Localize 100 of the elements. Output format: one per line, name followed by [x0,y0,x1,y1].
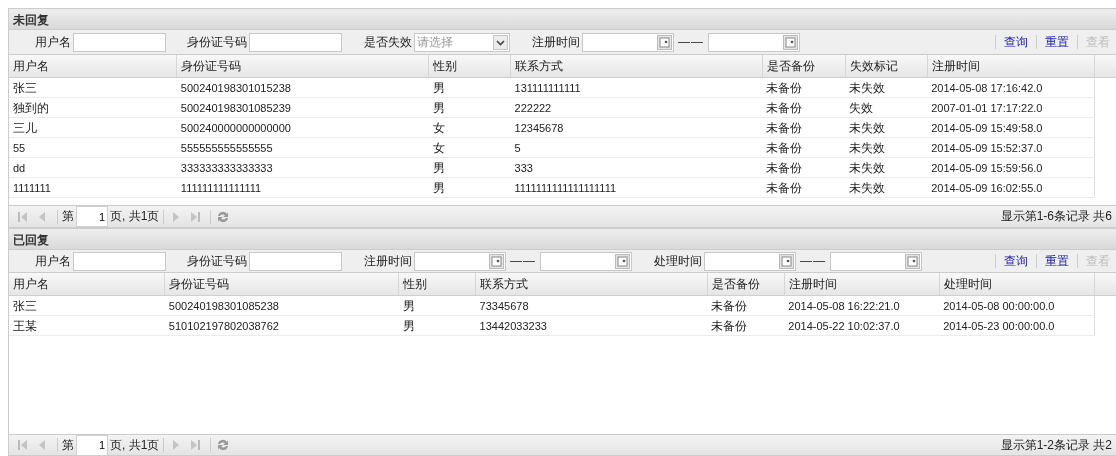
page-label: 第 [62,436,74,454]
table-cell-text: 500240198301085239 [179,101,292,116]
filter-label: 注册时间 [363,252,413,270]
column-header[interactable]: 联系方式 [476,273,708,295]
column-header[interactable]: 是否备份 [708,273,785,295]
date-field[interactable] [704,251,796,271]
table-cell-text: 2014-05-08 16:22:21.0 [787,299,901,314]
column-header[interactable]: 是否备份 [763,55,846,77]
text-field[interactable] [249,251,342,271]
column-header[interactable]: 性别 [399,273,476,295]
table-cell-text: 333333333333333 [179,161,274,176]
filter-label: 身份证号码 [186,33,248,51]
column-header[interactable]: 用户名 [9,55,177,77]
page-label: 第 [62,208,74,225]
table-cell-text: 男 [431,180,446,197]
table-cell-text: 111111111111111 [179,181,263,196]
calendar-icon[interactable] [489,253,504,269]
table-cell-text: 男 [431,160,446,177]
table-cell-text: 未失效 [848,120,887,137]
table-cell-text: 12345678 [513,121,565,136]
range-separator: —— [799,254,827,268]
page-count-label: 页, 共1页 [110,436,160,454]
action-link[interactable]: 查询 [1004,33,1028,51]
text-field[interactable] [73,251,166,271]
table-cell-text: 男 [431,100,446,117]
filter-label: 用户名 [34,33,72,51]
table-cell-text: 333 [513,161,534,176]
table-cell-text: 2014-05-09 16:02:55.0 [930,181,1044,196]
table-cell-text: 13442033233 [478,319,548,334]
panel-title: 未回复 [8,8,1116,30]
range-separator: —— [677,35,705,49]
table-cell-text: 女 [431,120,446,137]
table-cell-text: 男 [401,318,416,335]
table-cell-text: 失效 [848,100,875,117]
date-field[interactable] [708,32,800,52]
date-field[interactable] [414,251,506,271]
table-cell-text: 1111111 [12,181,52,196]
column-header[interactable]: 联系方式 [511,55,763,77]
record-summary: 显示第1-2条记录 共2 [1000,436,1113,454]
table-cell-text: 未备份 [765,100,804,117]
calendar-icon[interactable] [783,34,798,50]
column-header[interactable]: 身份证号码 [177,55,429,77]
table-cell-text: 未失效 [848,180,887,197]
column-header[interactable]: 注册时间 [785,273,940,295]
table-cell-text: 张三 [12,80,38,97]
column-header[interactable]: 身份证号码 [165,273,399,295]
table-cell-text: 未失效 [848,160,887,177]
table-cell-text: 张三 [12,298,38,315]
filter-label: 用户名 [34,252,72,270]
table-cell-text: 131111111111 [513,81,582,96]
date-field[interactable] [582,32,674,52]
table-cell-text: 未失效 [848,80,887,97]
filter-label: 处理时间 [653,252,703,270]
calendar-icon[interactable] [905,253,920,269]
action-link[interactable]: 查询 [1004,252,1028,270]
table-cell-text: 2014-05-09 15:49:58.0 [930,121,1044,136]
filter-label: 注册时间 [531,33,581,51]
table-cell-text: 510102197802038762 [167,319,280,334]
table-cell-text: 三儿 [12,120,38,137]
text-field[interactable] [249,32,342,52]
dropdown-caret-icon[interactable] [493,34,508,50]
page-count-label: 页, 共1页 [110,208,160,225]
action-link[interactable]: 重置 [1045,33,1069,51]
table-cell-text: 女 [431,140,446,157]
table-cell-text: 73345678 [478,299,530,314]
table-cell-text: 未备份 [765,120,804,137]
table-cell-text: 2014-05-23 00:00:00.0 [942,319,1056,334]
table-cell-text: 2014-05-09 15:59:56.0 [930,161,1044,176]
table-cell-text: 男 [431,80,446,97]
page-number-field[interactable]: 1 [76,206,108,227]
table-cell-text: 1111111111111111111 [513,181,618,196]
date-field[interactable] [540,251,632,271]
panel-title: 已回复 [8,228,1116,250]
table-cell-text: 未备份 [765,160,804,177]
table-cell-text: 5 [513,141,522,156]
record-summary: 显示第1-6条记录 共6 [1000,208,1113,225]
table-cell-text: 222222 [513,101,553,116]
page-number-field[interactable]: 1 [76,434,108,456]
table-cell-text: 王某 [12,318,38,335]
filter-label: 是否失效 [363,33,413,51]
table-cell-text: 2014-05-08 00:00:00.0 [942,299,1056,314]
column-header[interactable]: 性别 [429,55,511,77]
range-separator: —— [509,254,537,268]
filter-label: 身份证号码 [186,252,248,270]
column-header[interactable]: 用户名 [9,273,165,295]
column-header[interactable]: 注册时间 [928,55,1095,77]
date-field[interactable] [830,251,922,271]
table-cell-text: 男 [401,298,416,315]
action-link[interactable]: 重置 [1045,252,1069,270]
table-cell-text: 未备份 [765,80,804,97]
text-field[interactable] [73,32,166,52]
column-header[interactable]: 处理时间 [940,273,1095,295]
table-cell-text: 未备份 [765,140,804,157]
table-cell-text: 55 [12,141,27,156]
calendar-icon[interactable] [615,253,630,269]
calendar-icon[interactable] [657,34,672,50]
table-cell-text: 2007-01-01 17:17:22.0 [930,101,1044,116]
table-cell-text: dd [12,161,27,176]
calendar-icon[interactable] [779,253,794,269]
column-header[interactable]: 失效标记 [846,55,928,77]
